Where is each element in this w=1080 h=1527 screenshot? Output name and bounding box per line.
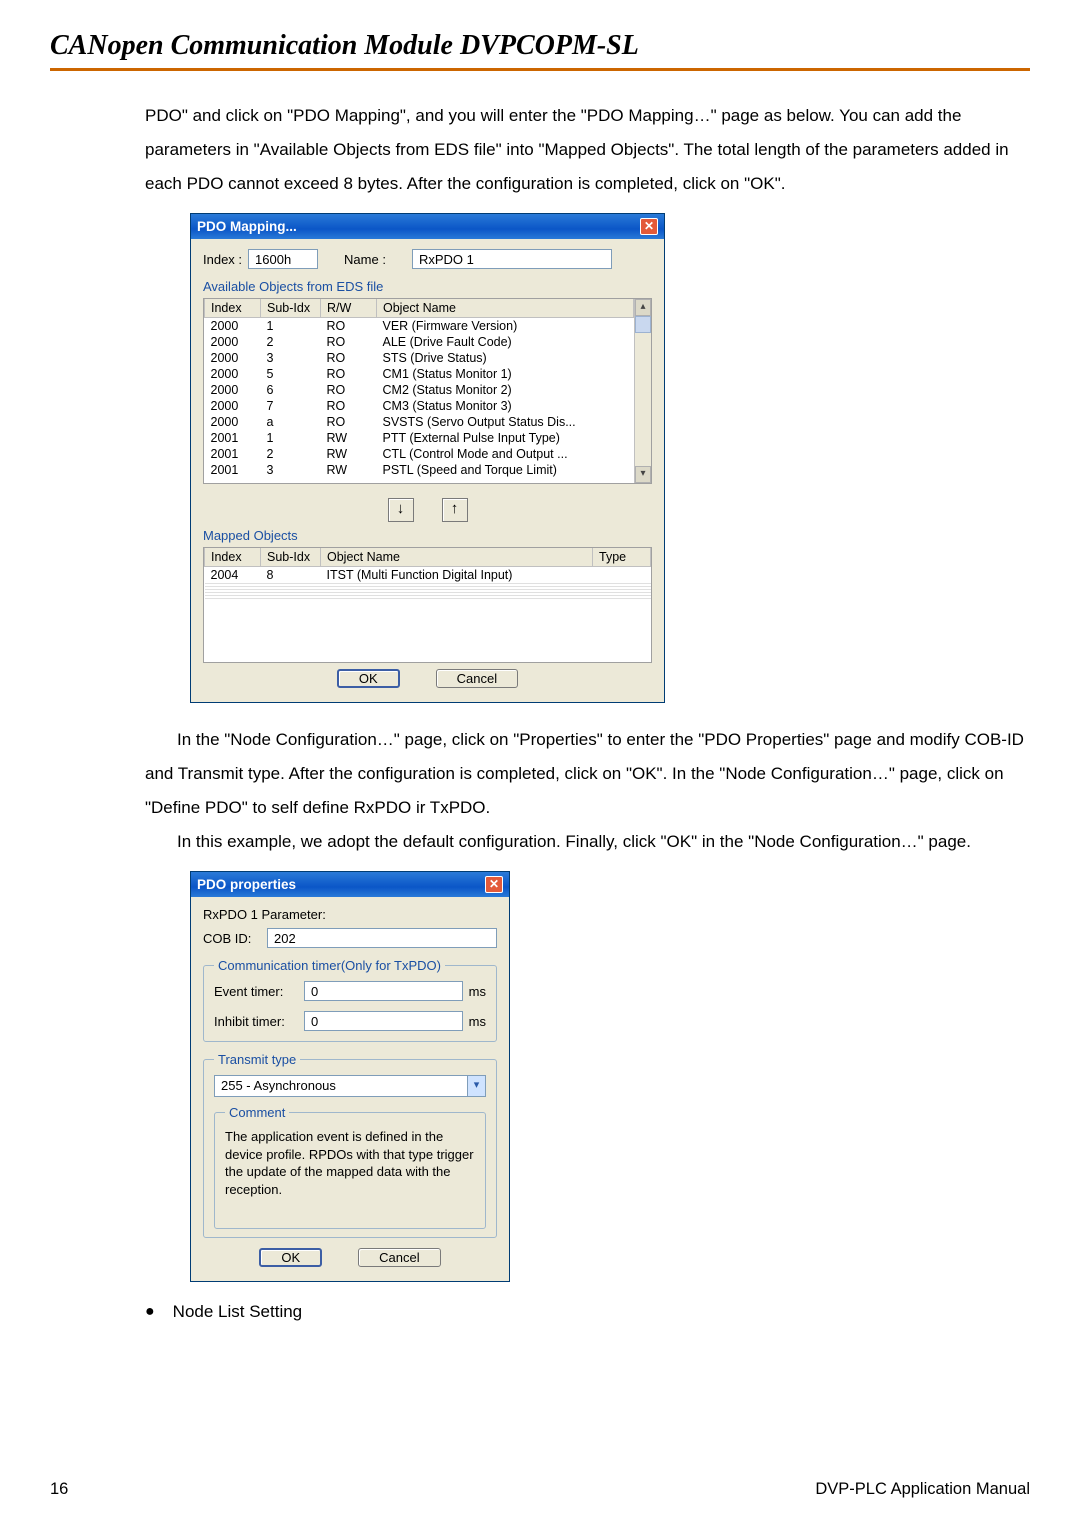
mapped-label: Mapped Objects [203,528,652,543]
transmit-type-value: 255 - Asynchronous [214,1075,468,1097]
table-row[interactable]: 20013RWPSTL (Speed and Torque Limit) [205,462,634,478]
table-row[interactable]: 20006ROCM2 (Status Monitor 2) [205,382,634,398]
ok-button[interactable]: OK [259,1248,322,1267]
comment-group: Comment The application event is defined… [214,1105,486,1229]
dialog-title: PDO Mapping... [197,219,297,234]
col-type[interactable]: Type [593,548,651,567]
available-table[interactable]: Index Sub-Idx R/W Object Name 20001ROVER… [203,298,652,484]
footer-right: DVP-PLC Application Manual [815,1480,1030,1499]
inhibit-timer-label: Inhibit timer: [214,1014,298,1029]
table-row[interactable]: 20002ROALE (Drive Fault Code) [205,334,634,350]
event-timer-field[interactable]: 0 [304,981,463,1001]
paragraph-1: PDO" and click on "PDO Mapping", and you… [145,99,1025,201]
ms-unit: ms [469,1014,486,1029]
inhibit-timer-field[interactable]: 0 [304,1011,463,1031]
pdo-mapping-dialog: PDO Mapping... ✕ Index : 1600h Name : Rx… [190,213,665,703]
table-row[interactable] [205,596,651,599]
table-row[interactable]: 20003ROSTS (Drive Status) [205,350,634,366]
table-row[interactable]: 20005ROCM1 (Status Monitor 1) [205,366,634,382]
param-label: RxPDO 1 Parameter: [203,907,497,922]
mapped-table[interactable]: Index Sub-Idx Object Name Type 20048ITST… [203,547,652,663]
index-field[interactable]: 1600h [248,249,318,269]
remove-up-button[interactable]: ↑ [442,498,468,522]
index-label: Index : [203,252,242,267]
table-row[interactable]: 20048ITST (Multi Function Digital Input) [205,567,651,584]
comm-timer-legend: Communication timer(Only for TxPDO) [214,958,445,973]
bullet-item: ● Node List Setting [145,1302,1030,1322]
close-icon[interactable]: ✕ [640,218,658,235]
close-icon[interactable]: ✕ [485,876,503,893]
cobid-field[interactable]: 202 [267,928,497,948]
page-title: CANopen Communication Module DVPCOPM-SL [50,30,1030,71]
ms-unit: ms [469,984,486,999]
scrollbar[interactable]: ▴ ▾ [634,299,651,483]
comment-legend: Comment [225,1105,289,1120]
name-field[interactable]: RxPDO 1 [412,249,612,269]
col-objname[interactable]: Object Name [321,548,593,567]
transmit-type-legend: Transmit type [214,1052,300,1067]
chevron-down-icon[interactable]: ▾ [468,1075,486,1097]
page-number: 16 [50,1480,68,1499]
dialog-titlebar[interactable]: PDO properties ✕ [191,872,509,897]
paragraph-3: In this example, we adopt the default co… [145,825,1025,859]
comm-timer-group: Communication timer(Only for TxPDO) Even… [203,958,497,1042]
col-index[interactable]: Index [205,548,261,567]
col-index[interactable]: Index [205,299,261,318]
dialog-titlebar[interactable]: PDO Mapping... ✕ [191,214,664,239]
table-row[interactable]: 2000aROSVSTS (Servo Output Status Dis... [205,414,634,430]
comment-text: The application event is defined in the … [225,1128,475,1218]
ok-button[interactable]: OK [337,669,400,688]
available-label: Available Objects from EDS file [203,279,652,294]
transmit-type-group: Transmit type 255 - Asynchronous ▾ Comme… [203,1052,497,1238]
transmit-type-select[interactable]: 255 - Asynchronous ▾ [214,1075,486,1097]
table-row[interactable]: 20007ROCM3 (Status Monitor 3) [205,398,634,414]
name-label: Name : [344,252,386,267]
bullet-icon: ● [145,1303,155,1321]
cancel-button[interactable]: Cancel [436,669,518,688]
dialog-title: PDO properties [197,877,296,892]
pdo-properties-dialog: PDO properties ✕ RxPDO 1 Parameter: COB … [190,871,510,1282]
col-objname[interactable]: Object Name [377,299,634,318]
table-row[interactable]: 20001ROVER (Firmware Version) [205,318,634,335]
table-row[interactable]: 20012RWCTL (Control Mode and Output ... [205,446,634,462]
col-subidx[interactable]: Sub-Idx [261,548,321,567]
add-down-button[interactable]: ↓ [388,498,414,522]
scroll-up-icon[interactable]: ▴ [635,299,651,316]
cancel-button[interactable]: Cancel [358,1248,440,1267]
table-row[interactable]: 20011RWPTT (External Pulse Input Type) [205,430,634,446]
bullet-label: Node List Setting [173,1302,302,1322]
col-subidx[interactable]: Sub-Idx [261,299,321,318]
cobid-label: COB ID: [203,931,261,946]
col-rw[interactable]: R/W [321,299,377,318]
paragraph-2: In the "Node Configuration…" page, click… [145,723,1025,825]
scroll-down-icon[interactable]: ▾ [635,466,651,483]
event-timer-label: Event timer: [214,984,298,999]
